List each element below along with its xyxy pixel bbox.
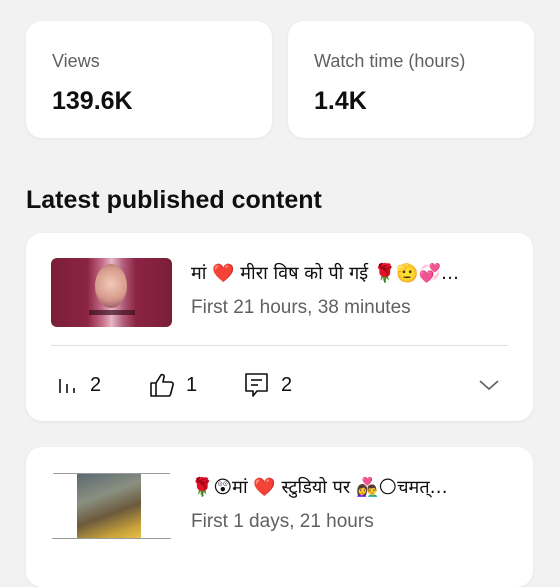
content-card[interactable]: 🌹😲मां ❤️ स्टुडियो पर 👩‍❤️‍👨🌕चमत्… First … [26, 447, 533, 587]
latest-content-title: Latest published content [26, 186, 322, 214]
comment-icon [243, 371, 271, 399]
divider [51, 345, 508, 346]
video-subtitle: First 1 days, 21 hours [191, 511, 374, 532]
video-title[interactable]: 🌹😲मां ❤️ स्टुडियो पर 👩‍❤️‍👨🌕चमत्… [191, 475, 511, 499]
views-value: 139.6K [52, 87, 133, 115]
watch-time-value: 1.4K [314, 87, 367, 115]
video-thumbnail[interactable] [51, 258, 172, 327]
content-card[interactable]: मां ❤️ मीरा विष को पी गई 🌹🫡💞… First 21 h… [26, 233, 533, 421]
watch-time-card[interactable]: Watch time (hours) 1.4K [288, 21, 534, 138]
likes-count: 1 [186, 373, 198, 396]
video-thumbnail[interactable] [51, 472, 172, 541]
comments-metric: 2 [243, 371, 292, 399]
expand-button[interactable] [475, 371, 503, 399]
views-metric: 2 [56, 371, 101, 399]
views-card[interactable]: Views 139.6K [26, 21, 272, 138]
comments-count: 2 [281, 373, 293, 396]
views-label: Views [52, 51, 100, 71]
bar-chart-icon [56, 373, 80, 397]
video-title[interactable]: मां ❤️ मीरा विष को पी गई 🌹🫡💞… [191, 261, 511, 285]
chevron-down-icon [477, 373, 501, 397]
thumbs-up-icon [148, 371, 176, 399]
views-count: 2 [90, 373, 102, 396]
likes-metric: 1 [148, 371, 197, 399]
watch-time-label: Watch time (hours) [314, 51, 466, 71]
video-subtitle: First 21 hours, 38 minutes [191, 297, 411, 318]
